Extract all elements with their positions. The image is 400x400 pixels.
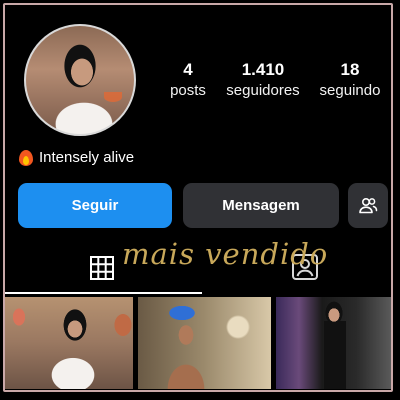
profile-frame: 4 posts 1.410 seguidores 18 seguindo Int… xyxy=(3,3,393,392)
add-people-icon xyxy=(359,197,378,213)
suggest-people-button[interactable] xyxy=(348,183,388,228)
post-thumbnail[interactable] xyxy=(5,297,133,389)
followers-label: seguidores xyxy=(226,82,300,99)
post-thumbnail[interactable] xyxy=(276,297,391,389)
followers-count: 1.410 xyxy=(241,60,285,79)
bio-text: Intensely alive xyxy=(39,148,135,166)
tab-posts-grid[interactable] xyxy=(89,255,115,281)
following-label: seguindo xyxy=(319,82,381,99)
avatar-cocktail-glass xyxy=(104,92,122,102)
brand-overlay-text: mais vendido xyxy=(122,237,329,271)
following-count: 18 xyxy=(340,60,360,79)
stat-followers[interactable]: 1.410 seguidores xyxy=(218,60,308,102)
fire-icon xyxy=(19,148,33,166)
grid-icon xyxy=(90,256,114,280)
active-tab-indicator xyxy=(5,292,202,294)
message-button[interactable]: Mensagem xyxy=(183,183,339,228)
profile-avatar[interactable] xyxy=(24,24,136,136)
stat-following[interactable]: 18 seguindo xyxy=(305,60,391,102)
post-thumbnail[interactable] xyxy=(138,297,271,389)
profile-bio: Intensely alive xyxy=(19,148,134,166)
follow-button[interactable]: Seguir xyxy=(18,183,172,228)
